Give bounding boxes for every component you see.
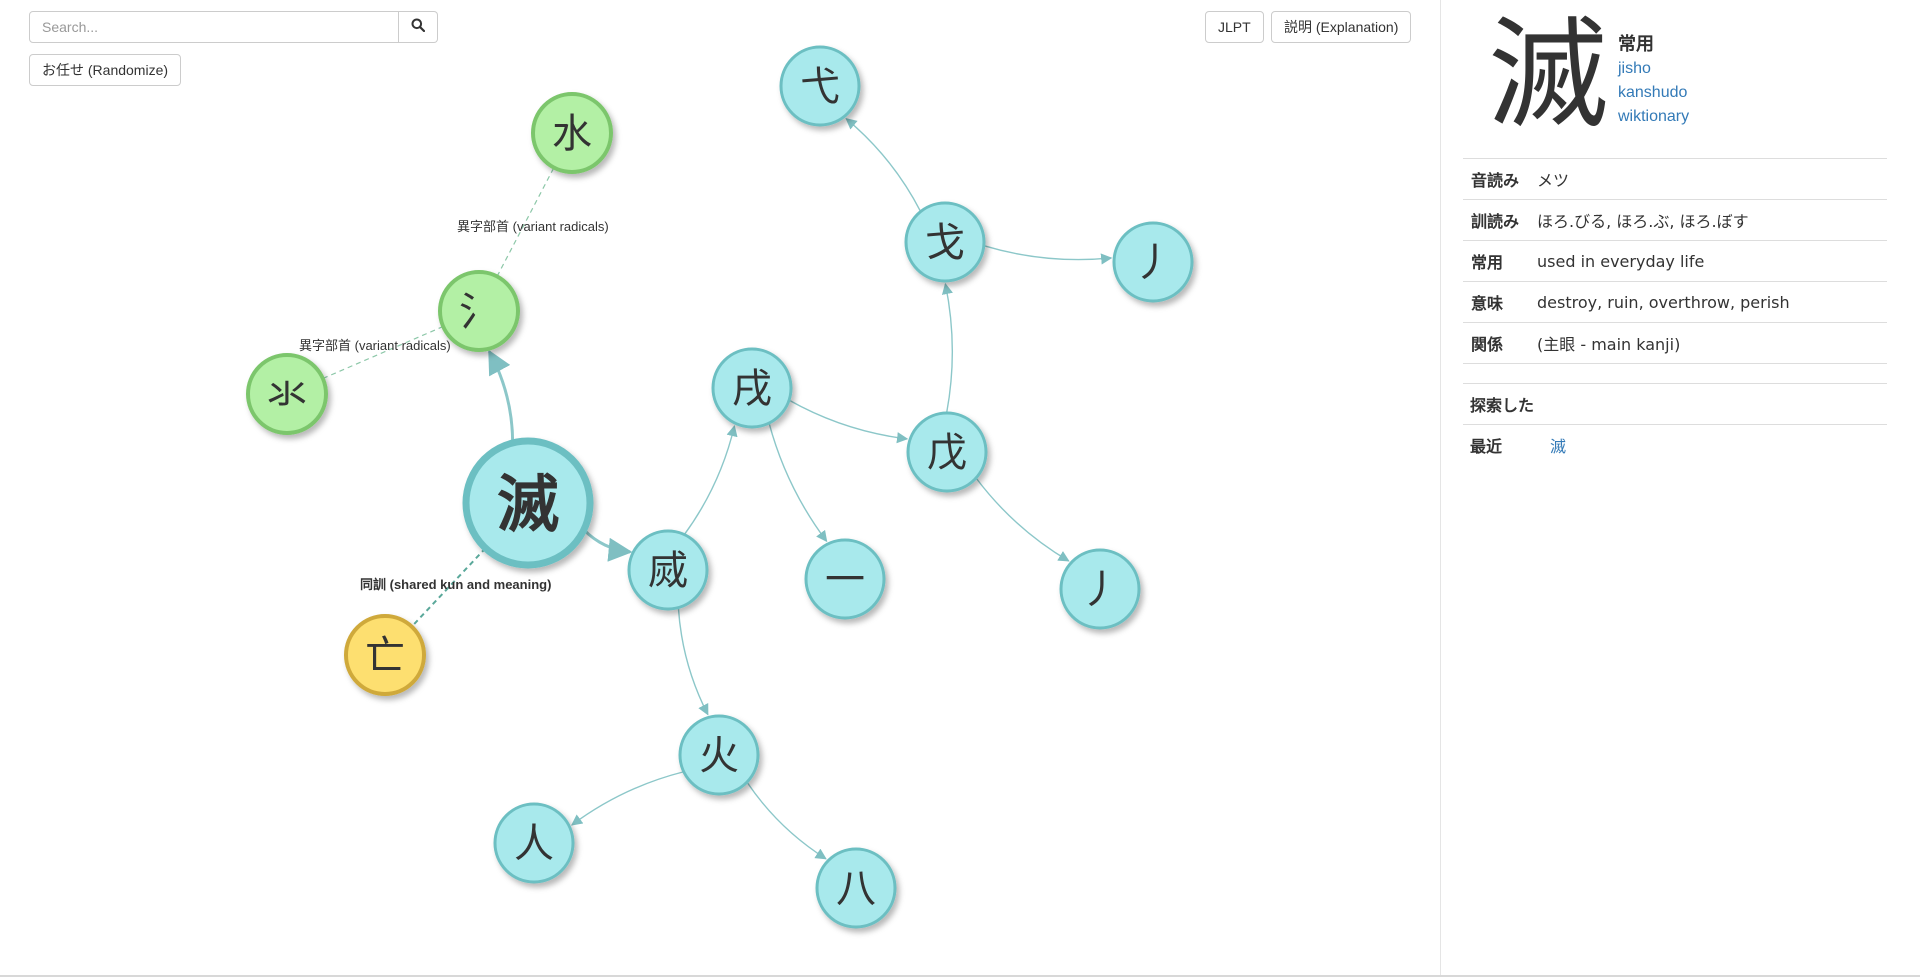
explored-heading: 探索した — [1463, 383, 1887, 425]
kanji-node-label: 火 — [699, 733, 739, 779]
kanji-node-label: 八 — [836, 866, 876, 912]
graph-edge-component — [941, 282, 954, 414]
graph-edge-component — [845, 118, 922, 212]
kanji-node-label: 一 — [825, 557, 865, 603]
kanji-node-label: 戌 — [732, 366, 772, 412]
kanji-node-label: 烕 — [648, 548, 688, 594]
kanji-node-label: 氵 — [459, 289, 499, 335]
kanji-node-label: 戊 — [927, 430, 967, 476]
info-row-meaning: 意味 destroy, ruin, overthrow, perish — [1463, 281, 1887, 323]
kanji-node-ichi[interactable]: 一 — [804, 538, 886, 620]
explanation-button[interactable]: 説明 (Explanation) — [1271, 11, 1412, 43]
kanji-node-no2[interactable]: 丿 — [1059, 548, 1141, 630]
search-bar — [29, 11, 438, 43]
kanshudo-link[interactable]: kanshudo — [1618, 81, 1689, 105]
kanji-node-label: 弋 — [800, 64, 840, 110]
graph-edge-component — [582, 528, 633, 562]
search-button[interactable] — [399, 11, 438, 43]
kanji-node-label: 亡 — [365, 633, 405, 679]
search-icon — [411, 18, 426, 37]
info-value: (主眼 - main kanji) — [1529, 322, 1887, 364]
info-value: ほろ.びる, ほろ.ぶ, ほろ.ぼす — [1529, 199, 1887, 241]
info-key: 意味 — [1463, 281, 1529, 323]
info-row-kunyomi: 訓読み ほろ.びる, ほろ.ぶ, ほろ.ぼす — [1463, 199, 1887, 241]
randomize-button[interactable]: お任せ (Randomize) — [29, 54, 182, 86]
kanji-info-table: 音読み メツ 訓読み ほろ.びる, ほろ.ぶ, ほろ.ぼす 常用 used in… — [1463, 158, 1887, 364]
info-row-grade: 常用 used in everyday life — [1463, 240, 1887, 282]
graph-edge-component — [788, 399, 909, 444]
kanji-detail-panel: 滅 常用 jisho kanshudo wiktionary 音読み メツ 訓読… — [1440, 0, 1920, 977]
graph-edge-component — [983, 245, 1113, 265]
kanji-graph[interactable]: 異字部首 (variant radicals) 異字部首 (variant ra… — [0, 0, 1440, 977]
edge-label-related: 同訓 (shared kun and meaning) — [360, 577, 551, 592]
kanji-node-label: 丿 — [1080, 567, 1120, 613]
kanji-node-bou[interactable]: 亡 — [344, 614, 426, 696]
recent-kanji-link[interactable]: 滅 — [1550, 437, 1566, 456]
kanji-grade: 常用 — [1618, 34, 1654, 55]
graph-canvas[interactable]: 異字部首 (variant radicals) 異字部首 (variant ra… — [0, 0, 1440, 977]
kanji-node-yoku[interactable]: 弋 — [779, 45, 861, 127]
graph-edge-component — [677, 607, 709, 716]
kanji-node-label: 人 — [514, 821, 554, 867]
graph-edge-component — [683, 425, 738, 536]
info-key: 関係 — [1463, 322, 1529, 364]
kanji-node-sanzui[interactable]: 氵 — [438, 270, 520, 352]
info-value: used in everyday life — [1529, 240, 1887, 282]
jlpt-button[interactable]: JLPT — [1205, 11, 1264, 43]
info-key: 訓読み — [1463, 199, 1529, 241]
graph-edge-component — [571, 771, 684, 826]
kanji-node-label: 滅 — [497, 468, 559, 541]
graph-edge-component — [488, 349, 515, 443]
jisho-link[interactable]: jisho — [1618, 57, 1689, 81]
info-value: メツ — [1529, 158, 1887, 200]
info-row-onyomi: 音読み メツ — [1463, 158, 1887, 200]
kanji-node-label: 氺 — [267, 372, 307, 418]
selected-kanji: 滅 — [1488, 6, 1608, 145]
graph-edge-component — [975, 477, 1070, 562]
info-row-relation: 関係 (主眼 - main kanji) — [1463, 322, 1887, 364]
info-key: 音読み — [1463, 158, 1529, 200]
edge-label-variant-lower: 異字部首 (variant radicals) — [299, 338, 451, 353]
kanji-node-hachi[interactable]: 八 — [815, 847, 897, 929]
kanji-node-bo[interactable]: 戊 — [906, 411, 988, 493]
kanji-node-main[interactable]: 滅 — [462, 437, 594, 569]
kanji-node-no1[interactable]: 丿 — [1112, 221, 1194, 303]
graph-edge-component — [746, 781, 827, 860]
explored-history: 探索した 最近 滅 — [1463, 383, 1887, 465]
kanji-node-hi[interactable]: 火 — [678, 714, 760, 796]
wiktionary-link[interactable]: wiktionary — [1618, 105, 1689, 129]
edge-label-variant-upper: 異字部首 (variant radicals) — [457, 219, 609, 234]
info-value: destroy, ruin, overthrow, perish — [1529, 281, 1887, 323]
kanji-node-metsu_r[interactable]: 烕 — [627, 529, 709, 611]
recent-label: 最近 — [1463, 424, 1543, 465]
kanji-node-mizu[interactable]: 水 — [531, 92, 613, 174]
kanji-node-jutsu[interactable]: 戌 — [711, 347, 793, 429]
search-input[interactable] — [29, 11, 399, 43]
kanji-node-label: 戈 — [925, 220, 965, 266]
info-key: 常用 — [1463, 240, 1529, 282]
kanji-node-label: 丿 — [1133, 240, 1173, 286]
kanji-node-label: 水 — [552, 111, 592, 157]
graph-edge-component — [768, 422, 828, 543]
kanji-node-hokoru[interactable]: 戈 — [904, 201, 986, 283]
kanji-node-hito[interactable]: 人 — [493, 802, 575, 884]
kanji-meta: 常用 jisho kanshudo wiktionary — [1618, 33, 1689, 129]
kanji-node-shitamizu[interactable]: 氺 — [246, 353, 328, 435]
